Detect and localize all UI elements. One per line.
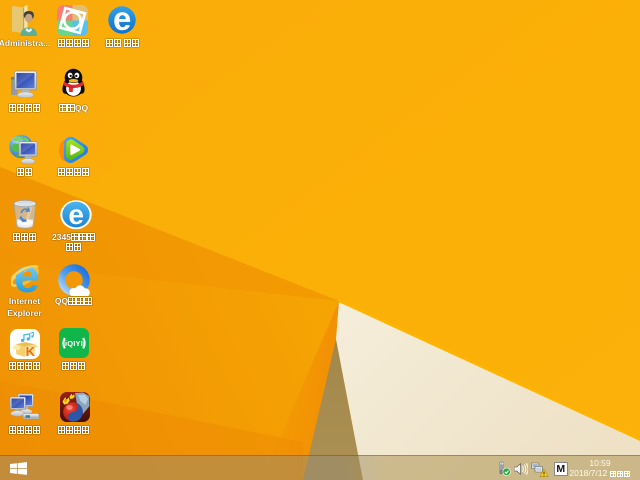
svg-text:e: e (68, 200, 84, 230)
svg-text:iQIYI: iQIYI (65, 339, 83, 348)
svg-text:K: K (26, 344, 36, 359)
svg-text:e: e (113, 6, 131, 34)
